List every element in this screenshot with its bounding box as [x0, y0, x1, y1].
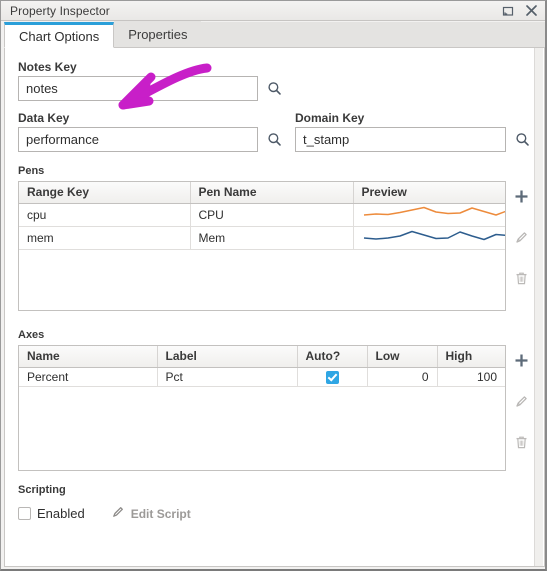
edit-script-button[interactable]: Edit Script: [111, 505, 191, 522]
window-controls: [501, 4, 538, 18]
edit-script-label: Edit Script: [130, 506, 191, 521]
domain-key-input[interactable]: [295, 127, 506, 152]
pens-cell-range-key: cpu: [19, 203, 191, 227]
chart-options-pane: Notes Key Data Key Domain Key: [4, 48, 545, 567]
axes-cell-label: Pct: [157, 367, 298, 387]
pencil-icon: [111, 505, 125, 522]
notes-key-label: Notes Key: [18, 60, 77, 74]
axes-cell-high: 100: [437, 367, 505, 387]
property-inspector-window: Property Inspector Chart Options Propert…: [0, 0, 547, 571]
axes-actions: [510, 345, 532, 455]
axes-section-label: Axes: [18, 329, 45, 341]
pens-col-preview[interactable]: Preview: [353, 182, 505, 204]
data-key-label: Data Key: [18, 111, 70, 125]
pens-cell-preview: [353, 203, 505, 227]
tab-properties-label: Properties: [128, 26, 188, 42]
add-axis-button[interactable]: [510, 351, 532, 373]
axes-col-name[interactable]: Name: [19, 346, 158, 368]
scripting-section-label: Scripting: [18, 484, 66, 496]
pens-section-label: Pens: [18, 165, 45, 177]
trash-icon: [514, 435, 529, 453]
notes-key-input[interactable]: [18, 76, 258, 101]
domain-key-search-icon[interactable]: [512, 128, 532, 150]
window-title: Property Inspector: [10, 3, 110, 18]
vertical-scrollbar[interactable]: [534, 48, 543, 566]
tab-chart-options-label: Chart Options: [19, 28, 100, 44]
pens-col-pen-name[interactable]: Pen Name: [190, 182, 354, 204]
axes-cell-auto: [297, 367, 368, 387]
pencil-icon: [514, 394, 529, 412]
pens-col-range-key[interactable]: Range Key: [19, 182, 191, 204]
pens-cell-pen-name: CPU: [190, 203, 354, 227]
pens-cell-range-key: mem: [19, 226, 191, 250]
edit-axis-button[interactable]: [510, 392, 532, 414]
pens-table[interactable]: Range Key Pen Name Preview cpu CPU mem M…: [18, 181, 506, 311]
close-icon[interactable]: [524, 4, 538, 18]
mem-sparkline-icon: [362, 230, 505, 249]
plus-icon: [514, 189, 529, 207]
axes-col-auto[interactable]: Auto?: [297, 346, 368, 368]
table-row[interactable]: Percent Pct 0 100: [19, 367, 505, 387]
pens-grid: Range Key Pen Name Preview cpu CPU mem M…: [19, 182, 505, 250]
axes-auto-checkbox[interactable]: [325, 370, 339, 384]
data-key-search-icon[interactable]: [264, 128, 284, 150]
axes-col-low[interactable]: Low: [367, 346, 438, 368]
domain-key-label: Domain Key: [295, 111, 365, 125]
axes-header-row: Name Label Auto? Low High: [19, 346, 505, 368]
axes-cell-name: Percent: [19, 367, 158, 387]
axes-cell-low: 0: [367, 367, 438, 387]
pencil-icon: [514, 230, 529, 248]
delete-axis-button[interactable]: [510, 433, 532, 455]
axes-col-high[interactable]: High: [437, 346, 505, 368]
table-row[interactable]: cpu CPU: [19, 203, 505, 227]
pens-cell-preview: [353, 226, 505, 250]
pens-header-row: Range Key Pen Name Preview: [19, 182, 505, 204]
tab-chart-options[interactable]: Chart Options: [4, 22, 115, 48]
axes-col-label[interactable]: Label: [157, 346, 298, 368]
axes-grid: Name Label Auto? Low High Percent Pct 0 …: [19, 346, 505, 387]
data-key-input[interactable]: [18, 127, 258, 152]
pens-actions: [510, 181, 532, 291]
delete-pen-button[interactable]: [510, 269, 532, 291]
tab-strip: Chart Options Properties: [4, 21, 545, 48]
axes-table[interactable]: Name Label Auto? Low High Percent Pct 0 …: [18, 345, 506, 471]
tab-properties[interactable]: Properties: [114, 21, 202, 47]
scripting-enabled-checkbox[interactable]: [18, 507, 31, 520]
edit-pen-button[interactable]: [510, 228, 532, 250]
add-pen-button[interactable]: [510, 187, 532, 209]
notes-key-search-icon[interactable]: [264, 77, 284, 99]
pens-cell-pen-name: Mem: [190, 226, 354, 250]
window-titlebar: Property Inspector: [1, 1, 545, 21]
cpu-sparkline-icon: [362, 206, 505, 226]
trash-icon: [514, 271, 529, 289]
table-row[interactable]: mem Mem: [19, 226, 505, 250]
restore-icon[interactable]: [501, 4, 515, 18]
plus-icon: [514, 353, 529, 371]
scripting-controls: Enabled Edit Script: [18, 505, 191, 522]
scripting-enabled-label[interactable]: Enabled: [37, 506, 85, 521]
